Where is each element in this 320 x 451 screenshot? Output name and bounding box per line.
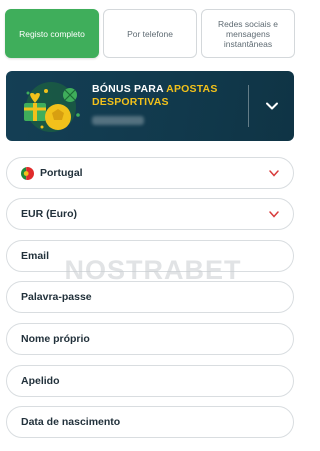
tab-by-phone[interactable]: Por telefone	[103, 9, 197, 58]
sports-ball-gift-icon	[24, 82, 80, 132]
email-placeholder: Email	[21, 250, 50, 262]
chevron-down-red-icon	[269, 170, 279, 177]
registration-tabs: Registo completo Por telefone Redes soci…	[5, 9, 295, 58]
chevron-down-icon[interactable]	[264, 98, 280, 114]
country-value: Portugal	[40, 167, 83, 179]
bonus-selector[interactable]: BÓNUS PARA APOSTAS DESPORTIVAS	[6, 71, 294, 141]
last-name-field[interactable]: Apelido	[6, 365, 294, 397]
portugal-flag-icon	[21, 166, 34, 180]
birth-date-placeholder: Data de nascimento	[21, 416, 121, 428]
first-name-placeholder: Nome próprio	[21, 333, 90, 345]
country-select[interactable]: Portugal	[6, 157, 294, 189]
last-name-placeholder: Apelido	[21, 375, 60, 387]
currency-select[interactable]: EUR (Euro)	[6, 198, 294, 230]
password-placeholder: Palavra-passe	[21, 291, 92, 303]
first-name-field[interactable]: Nome próprio	[6, 323, 294, 355]
bonus-divider	[248, 85, 249, 127]
currency-value: EUR (Euro)	[21, 208, 77, 220]
tab-full-registration[interactable]: Registo completo	[5, 9, 99, 58]
bonus-title: BÓNUS PARA APOSTAS DESPORTIVAS	[92, 83, 218, 108]
bonus-amount-blurred	[92, 116, 144, 125]
chevron-down-red-icon	[269, 211, 279, 218]
birth-date-field[interactable]: Data de nascimento	[6, 406, 294, 438]
email-field[interactable]: Email	[6, 240, 294, 272]
password-field[interactable]: Palavra-passe	[6, 281, 294, 313]
tab-social-networks[interactable]: Redes sociais e mensagens instantâneas	[201, 9, 295, 58]
